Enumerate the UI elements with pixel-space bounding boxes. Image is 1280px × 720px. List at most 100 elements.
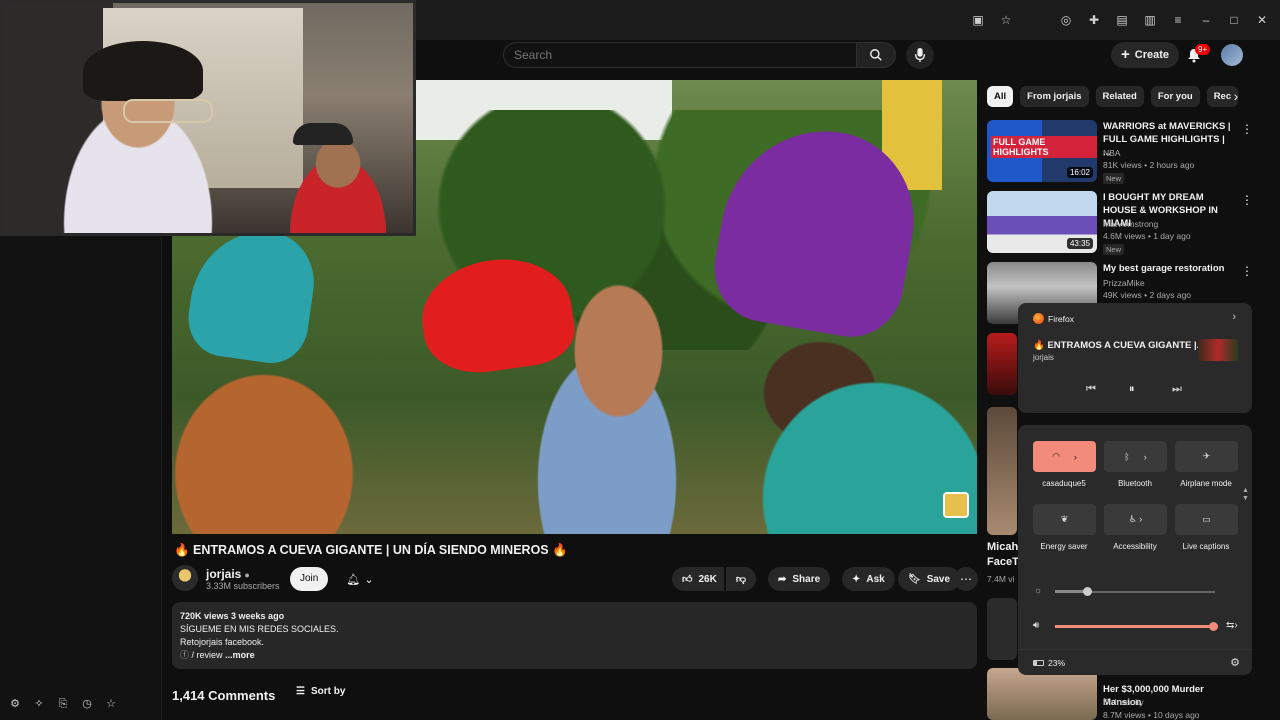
more-actions-button[interactable]: ⋯ [954, 567, 978, 591]
system-tray: ⚙ ✧ ⎘ ◷ ☆ [8, 697, 118, 711]
chips-next-icon[interactable]: › [1228, 88, 1244, 104]
save-label: Save [926, 573, 951, 585]
recommendation-title[interactable]: WARRIORS at MAVERICKS | FULL GAME HIGHLI… [1103, 120, 1233, 159]
wifi-icon: ◠ [1052, 451, 1060, 461]
recommendation-title[interactable]: My best garage restoration [1103, 262, 1233, 275]
recommendation-channel[interactable]: Mat Armstrong [1103, 219, 1158, 229]
media-artist: jorjais [1033, 353, 1054, 362]
recommendation-thumbnail-partial[interactable] [987, 333, 1017, 395]
recommendation-thumbnail-partial[interactable] [987, 407, 1017, 535]
leaf-icon: ❦ [1060, 514, 1069, 524]
partial-rec-title-line-2[interactable]: FaceTi [987, 556, 1022, 568]
firefox-account-icon[interactable]: ◎ [1058, 12, 1074, 28]
search-button[interactable] [856, 42, 896, 68]
recommendation-thumbnail[interactable]: 43:35 [987, 191, 1097, 253]
comments-count: 1,414 Comments [172, 688, 276, 703]
scroll-arrows-icon[interactable]: ▲ ▼ [1242, 487, 1249, 503]
more-vert-icon[interactable]: ⋮ [1241, 264, 1253, 278]
search-box[interactable] [503, 42, 856, 68]
recommendation-channel[interactable]: PrizzaMike [1103, 278, 1145, 288]
recommendation-views: 81K views • 2 hours ago [1103, 160, 1195, 170]
share-button[interactable]: ➦ Share [768, 567, 831, 591]
settings-icon[interactable]: ⚙ [8, 697, 22, 711]
copilot-icon[interactable]: ✧ [32, 697, 46, 711]
like-button[interactable]: 👍︎ 26K [672, 567, 724, 591]
recommendation-channel[interactable]: NBA [1103, 148, 1120, 158]
chip-for-you[interactable]: For you [1150, 86, 1200, 107]
recommendation-item[interactable]: 43:35 I BOUGHT MY DREAM HOUSE & WORKSHOP… [987, 191, 1253, 255]
create-button[interactable]: + Create [1111, 42, 1180, 68]
pause-icon[interactable]: ⏸ [1129, 383, 1135, 396]
previous-track-icon[interactable]: ⏮ [1086, 383, 1096, 396]
favorites-star-icon[interactable]: ☆ [104, 697, 118, 711]
recommendation-item[interactable]: Her $3,000,000 Murder Mansion Dr Insanit… [987, 668, 1252, 720]
facebook-icon: ⓕ [180, 650, 190, 660]
more-vert-icon[interactable]: ⋮ [1241, 193, 1253, 207]
extensions-icon[interactable]: ✚ [1086, 12, 1102, 28]
live-captions-toggle[interactable]: ▭ [1175, 504, 1238, 535]
close-icon[interactable]: ✕ [1254, 12, 1270, 28]
chevron-down-icon: ⌄ [364, 573, 374, 586]
plus-icon: + [1121, 46, 1130, 63]
voice-search-button[interactable] [906, 41, 934, 69]
audio-output-icon[interactable]: ⇆› [1226, 620, 1238, 631]
ask-button[interactable]: ✦ Ask [842, 567, 895, 591]
bluetooth-toggle[interactable]: ᛒ › [1104, 441, 1167, 472]
bell-icon: 🔔︎ [346, 573, 361, 586]
clock-icon[interactable]: ◷ [80, 697, 94, 711]
media-source: Firefox [1048, 314, 1074, 324]
brightness-slider-thumb[interactable] [1083, 587, 1092, 596]
account-avatar[interactable] [1221, 44, 1243, 66]
channel-name-text[interactable]: jorjais [206, 567, 241, 581]
chip-from-channel[interactable]: From jorjais [1020, 86, 1089, 107]
image-icon[interactable]: ▣ [970, 12, 986, 28]
description-link[interactable]: / review [192, 650, 223, 660]
show-more-link[interactable]: ...more [225, 650, 255, 660]
airplane-mode-toggle[interactable]: ✈ [1175, 441, 1238, 472]
clipboard-icon[interactable]: ⎘ [56, 697, 70, 711]
airplane-icon: ✈ [1202, 451, 1211, 461]
recommendation-item[interactable]: FULL GAME HIGHLIGHTS 16:02 WARRIORS at M… [987, 120, 1253, 184]
settings-gear-icon[interactable]: ⚙ [1230, 656, 1240, 669]
next-track-icon[interactable]: ⏭ [1172, 383, 1182, 396]
channel-watermark[interactable] [943, 492, 969, 518]
minimize-icon[interactable]: – [1198, 12, 1214, 28]
description-footer: ⓕ / review ...more [180, 649, 969, 662]
volume-slider-thumb[interactable] [1209, 622, 1219, 631]
wifi-toggle[interactable]: ◠ › [1033, 441, 1096, 472]
partial-rec-title-line-1[interactable]: Micah [987, 541, 1018, 553]
channel-avatar[interactable] [172, 565, 198, 591]
thumbs-down-icon: 👎︎ [735, 574, 747, 585]
energy-saver-toggle[interactable]: ❦ [1033, 504, 1096, 535]
recommendation-channel[interactable]: Dr Insanity [1103, 697, 1144, 707]
duration-badge: 43:35 [1066, 238, 1093, 249]
description-meta: 720K views 3 weeks ago [180, 611, 285, 621]
search-input[interactable] [504, 43, 856, 67]
subscription-bell-button[interactable]: 🔔︎ ⌄ [338, 567, 382, 591]
recommendation-thumbnail-partial[interactable] [987, 598, 1017, 660]
volume-icon[interactable]: 🔊︎ [1033, 620, 1039, 631]
battery-status[interactable]: 23% [1033, 658, 1065, 668]
filter-chips: All From jorjais Related For you Rec [987, 86, 1249, 108]
save-button[interactable]: 🔖︎ Save [898, 567, 961, 591]
dislike-button[interactable]: 👎︎ [726, 567, 756, 591]
menu-icon[interactable]: ≡ [1170, 12, 1186, 28]
sort-by-button[interactable]: ☰ Sort by [296, 686, 345, 697]
bookmark-star-icon[interactable]: ☆ [998, 12, 1014, 28]
maximize-icon[interactable]: □ [1226, 12, 1242, 28]
join-button[interactable]: Join [290, 567, 329, 591]
chip-related[interactable]: Related [1095, 86, 1144, 107]
channel-name[interactable]: jorjais ● [206, 567, 250, 581]
containers-icon[interactable]: ▤ [1114, 12, 1130, 28]
chip-all[interactable]: All [987, 86, 1014, 107]
new-badge: New [1103, 244, 1125, 255]
sidebar-icon[interactable]: ▥ [1142, 12, 1158, 28]
recommendation-thumbnail[interactable]: FULL GAME HIGHLIGHTS 16:02 [987, 120, 1097, 182]
recommendation-thumbnail[interactable] [987, 668, 1097, 720]
accessibility-toggle[interactable]: ♿︎ › [1104, 504, 1167, 535]
chevron-right-icon[interactable]: › [1232, 311, 1236, 323]
more-vert-icon[interactable]: ⋮ [1241, 122, 1253, 136]
bluetooth-icon: ᛒ [1124, 451, 1130, 462]
description-box[interactable]: 720K views 3 weeks ago SÍGUEME EN MIS RE… [172, 602, 977, 669]
channel-row: jorjais ● 3.33M subscribers Join 🔔︎ ⌄ 👍︎ … [172, 565, 978, 593]
